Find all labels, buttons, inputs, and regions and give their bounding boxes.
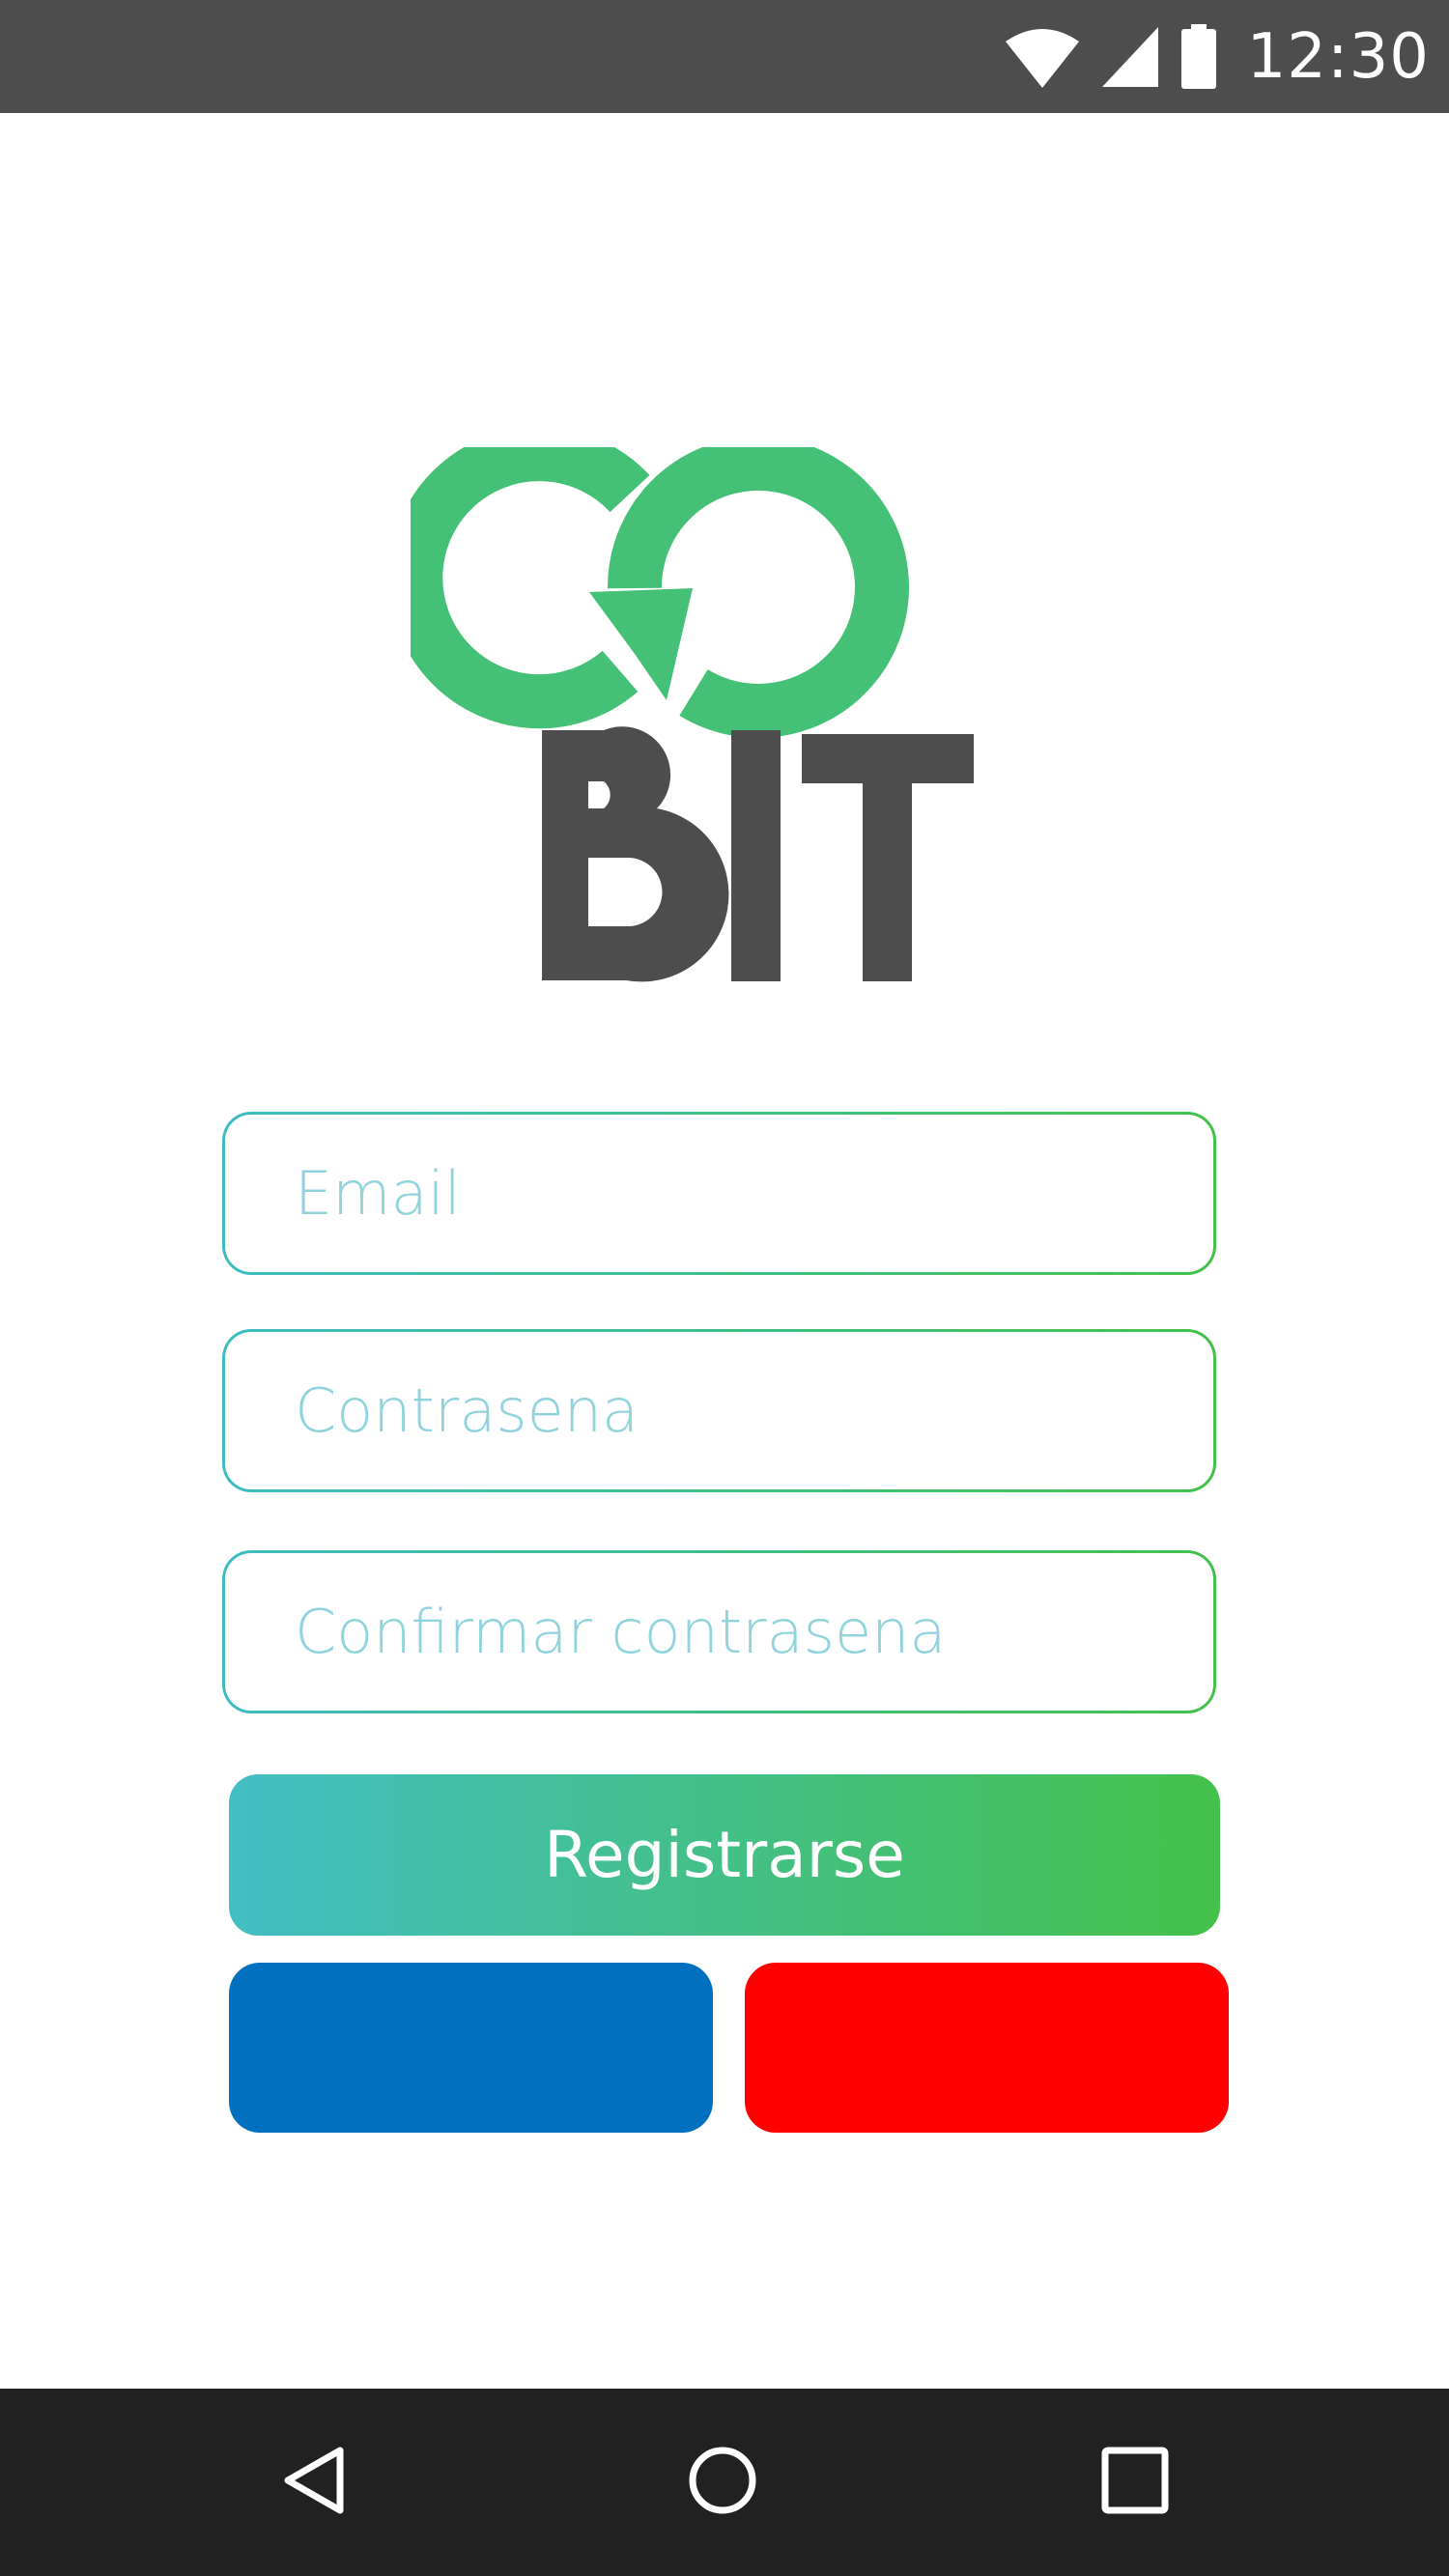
red-button[interactable]: [745, 1963, 1229, 2133]
home-icon: [688, 2446, 757, 2519]
back-icon: [280, 2445, 348, 2520]
password-field-inner: [225, 1332, 1213, 1489]
confirm-password-field-box: [222, 1550, 1216, 1713]
gobit-logo: [388, 427, 980, 988]
home-button[interactable]: [626, 2389, 819, 2576]
status-icons: 12:30: [1004, 0, 1430, 113]
status-bar: 12:30: [0, 0, 1449, 113]
confirm-password-input[interactable]: [295, 1597, 1213, 1667]
status-clock: 12:30: [1246, 20, 1430, 93]
password-field-box: [222, 1329, 1216, 1492]
email-field-box: [222, 1112, 1216, 1275]
confirm-password-field-inner: [225, 1553, 1213, 1711]
cell-signal-icon: [1100, 25, 1160, 89]
email-field-inner: [225, 1115, 1213, 1272]
password-input[interactable]: [295, 1375, 1213, 1446]
back-button[interactable]: [217, 2389, 411, 2576]
email-input[interactable]: [295, 1158, 1213, 1229]
recent-apps-icon: [1101, 2447, 1169, 2518]
battery-icon: [1179, 23, 1218, 90]
navigation-bar: [0, 2389, 1449, 2576]
signup-screen: 12:30 R: [0, 0, 1449, 2576]
recent-apps-button[interactable]: [1038, 2389, 1232, 2576]
register-button[interactable]: Registrarse: [229, 1774, 1220, 1936]
blue-button[interactable]: [229, 1963, 713, 2133]
wifi-icon: [1004, 24, 1081, 90]
